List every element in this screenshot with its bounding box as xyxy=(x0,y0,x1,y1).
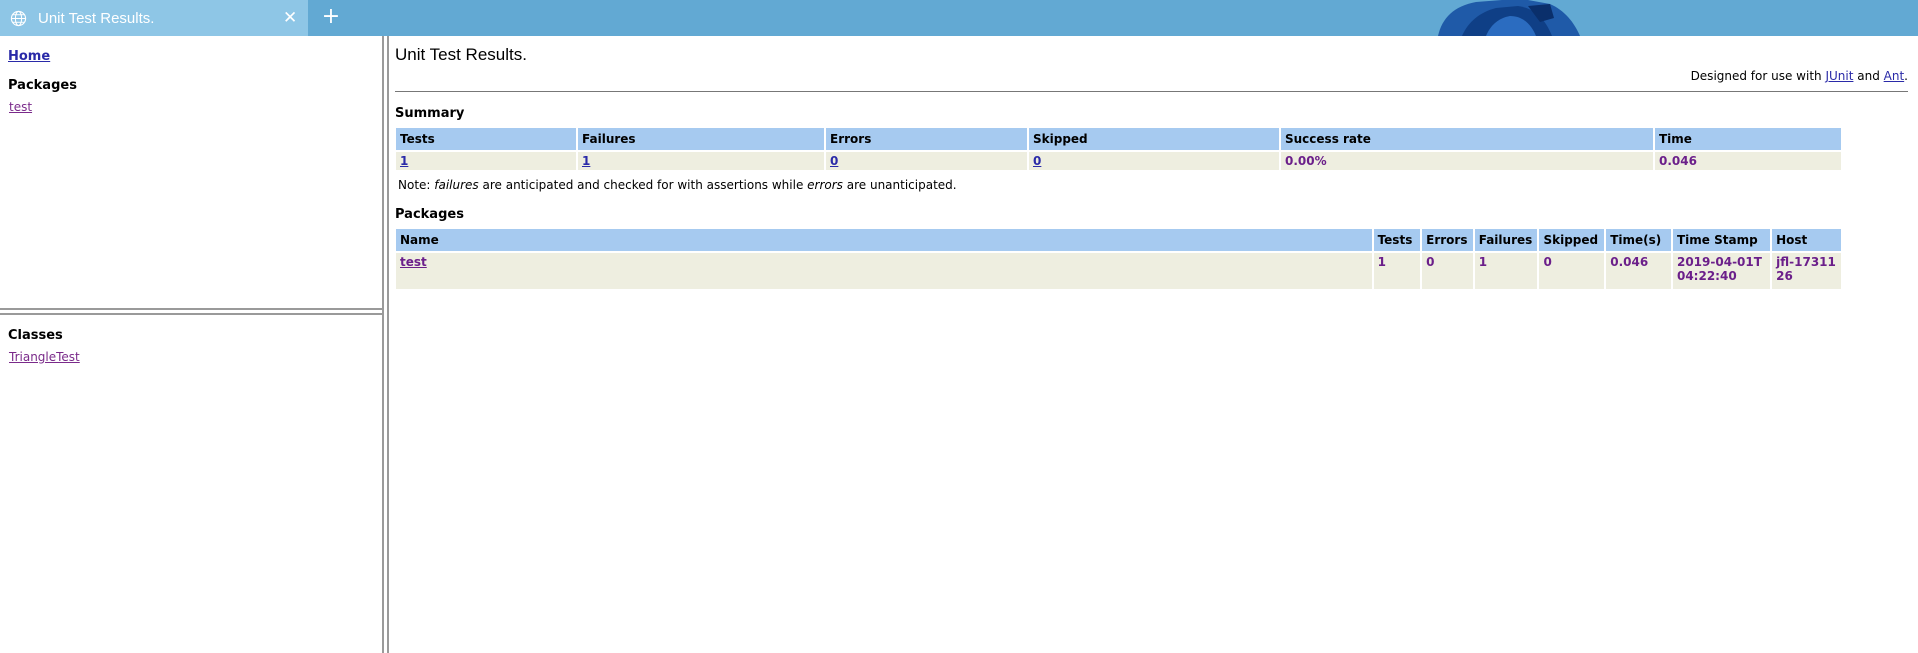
nav-frame-overview: Home Packages test xyxy=(0,36,382,308)
summary-row: 1 1 0 0 0.00% 0.046 xyxy=(396,152,1841,170)
packages-header-row: Name Tests Errors Failures Skipped Time(… xyxy=(396,229,1841,251)
note-suffix: are unanticipated. xyxy=(842,178,957,192)
packages-col-tests: Tests xyxy=(1373,229,1421,251)
packages-col-skipped: Skipped xyxy=(1539,229,1605,251)
packages-heading: Packages xyxy=(395,207,464,222)
summary-header-row: Tests Failures Errors Skipped Success ra… xyxy=(396,128,1841,150)
summary-note: Note: failures are anticipated and check… xyxy=(398,178,957,192)
summary-time: 0.046 xyxy=(1655,152,1841,170)
designed-prefix: Designed for use with xyxy=(1690,69,1826,83)
package-time: 0.046 xyxy=(1606,253,1671,289)
packages-col-errors: Errors xyxy=(1422,229,1473,251)
packages-col-timestamp: Time Stamp xyxy=(1672,229,1771,251)
nav-class-link[interactable]: TriangleTest xyxy=(9,350,80,364)
table-row: test 1 0 1 0 0.046 2019-04-01T04:22:40 j… xyxy=(396,253,1841,289)
summary-success-rate: 0.00% xyxy=(1281,152,1653,170)
packages-col-name: Name xyxy=(396,229,1372,251)
summary-col-time: Time xyxy=(1655,128,1841,150)
banner-figure-image xyxy=(1438,0,1580,36)
summary-col-success-rate: Success rate xyxy=(1281,128,1653,150)
package-errors: 0 xyxy=(1422,253,1473,289)
browser-tab-bar: Unit Test Results. ✕ + xyxy=(0,0,1918,36)
summary-failures-cell: 1 xyxy=(578,152,824,170)
package-name-link[interactable]: test xyxy=(400,255,427,269)
package-tests: 1 xyxy=(1373,253,1421,289)
summary-failures-link[interactable]: 1 xyxy=(582,154,590,168)
main-frame: Unit Test Results. Designed for use with… xyxy=(389,36,1918,653)
nav-home-link[interactable]: Home xyxy=(8,49,50,64)
summary-col-tests: Tests xyxy=(396,128,576,150)
horizontal-frame-splitter[interactable] xyxy=(0,308,382,315)
summary-table: Tests Failures Errors Skipped Success ra… xyxy=(394,126,1843,172)
ant-link[interactable]: Ant xyxy=(1884,69,1905,83)
package-failures: 1 xyxy=(1474,253,1538,289)
packages-table: Name Tests Errors Failures Skipped Time(… xyxy=(394,227,1843,291)
nav-packages-heading: Packages xyxy=(8,78,77,93)
nav-classes-heading: Classes xyxy=(8,328,63,343)
header-divider xyxy=(395,91,1908,92)
summary-col-skipped: Skipped xyxy=(1029,128,1279,150)
note-middle: are anticipated and checked for with ass… xyxy=(478,178,808,192)
plus-icon[interactable]: + xyxy=(318,4,344,30)
tab-title: Unit Test Results. xyxy=(38,10,155,27)
packages-col-failures: Failures xyxy=(1474,229,1538,251)
packages-col-host: Host xyxy=(1772,229,1841,251)
designed-suffix: . xyxy=(1904,69,1908,83)
package-skipped: 0 xyxy=(1539,253,1605,289)
designed-and: and xyxy=(1853,69,1884,83)
close-icon[interactable]: ✕ xyxy=(283,8,297,28)
note-failures: failures xyxy=(434,178,479,192)
summary-skipped-cell: 0 xyxy=(1029,152,1279,170)
summary-errors-cell: 0 xyxy=(826,152,1027,170)
summary-skipped-link[interactable]: 0 xyxy=(1033,154,1041,168)
summary-col-errors: Errors xyxy=(826,128,1027,150)
summary-tests-cell: 1 xyxy=(396,152,576,170)
browser-tab-active[interactable]: Unit Test Results. ✕ xyxy=(0,0,308,36)
junit-link[interactable]: JUnit xyxy=(1825,69,1853,83)
nav-package-link[interactable]: test xyxy=(9,100,32,114)
page-title: Unit Test Results. xyxy=(395,45,527,64)
summary-heading: Summary xyxy=(395,106,465,121)
nav-frame-classes: Classes TriangleTest xyxy=(0,315,382,653)
summary-tests-link[interactable]: 1 xyxy=(400,154,408,168)
package-name-cell: test xyxy=(396,253,1372,289)
summary-errors-link[interactable]: 0 xyxy=(830,154,838,168)
note-errors: errors xyxy=(807,178,843,192)
globe-icon xyxy=(10,10,27,27)
note-prefix: Note: xyxy=(398,178,435,192)
summary-col-failures: Failures xyxy=(578,128,824,150)
vertical-frame-splitter[interactable] xyxy=(382,36,389,653)
packages-col-time: Time(s) xyxy=(1606,229,1671,251)
package-host: jfl-1731126 xyxy=(1772,253,1841,289)
designed-for-note: Designed for use with JUnit and Ant. xyxy=(1691,69,1908,83)
package-timestamp: 2019-04-01T04:22:40 xyxy=(1672,253,1771,289)
